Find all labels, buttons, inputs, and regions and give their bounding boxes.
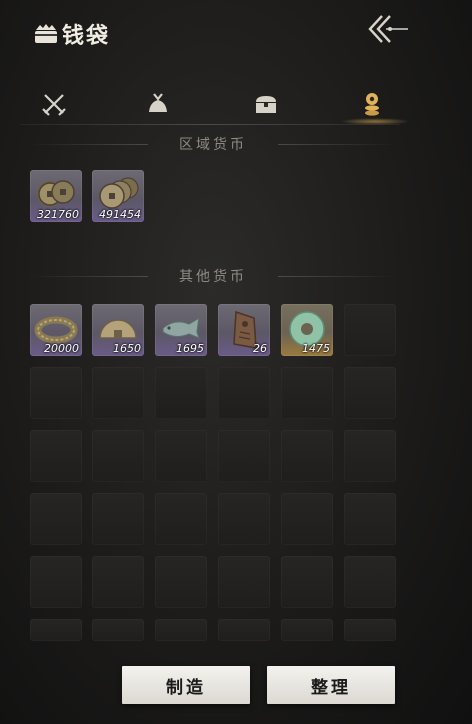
item-quantity: 321760 (37, 208, 79, 221)
empty-slot[interactable] (344, 304, 396, 356)
empty-slot[interactable] (155, 430, 207, 482)
divider (278, 144, 398, 145)
empty-slot[interactable] (30, 493, 82, 545)
empty-slot[interactable] (30, 619, 82, 641)
empty-slot[interactable] (281, 430, 333, 482)
divider (278, 276, 398, 277)
double-chevron-back-icon[interactable] (360, 10, 414, 48)
empty-slot[interactable] (155, 619, 207, 641)
empty-slot[interactable] (344, 430, 396, 482)
coin-stack-icon (365, 93, 379, 116)
currency-slot[interactable]: 1650 (92, 304, 144, 356)
crossed-swords-icon (42, 94, 66, 116)
empty-slot[interactable] (218, 367, 270, 419)
header: 钱袋 (0, 0, 472, 66)
empty-slot[interactable] (30, 430, 82, 482)
tab-bundles[interactable] (136, 84, 180, 124)
empty-slot[interactable] (218, 493, 270, 545)
empty-slot[interactable] (281, 619, 333, 641)
currency-slot[interactable]: 321760 (30, 170, 82, 222)
item-quantity: 1475 (302, 342, 330, 355)
wallet-panel: 钱袋 区域货币 321760 491454 其他货币 20000 1650 16… (0, 0, 472, 724)
currency-slot[interactable]: 1475 (281, 304, 333, 356)
empty-slot[interactable] (92, 556, 144, 608)
empty-slot[interactable] (344, 493, 396, 545)
empty-slot[interactable] (30, 367, 82, 419)
empty-slot[interactable] (218, 619, 270, 641)
empty-slot[interactable] (344, 619, 396, 641)
empty-slot[interactable] (281, 556, 333, 608)
empty-slot[interactable] (281, 493, 333, 545)
item-quantity: 1650 (113, 342, 141, 355)
item-quantity: 26 (253, 342, 267, 355)
empty-slot[interactable] (92, 619, 144, 641)
empty-slot[interactable] (218, 430, 270, 482)
currency-slot[interactable]: 26 (218, 304, 270, 356)
empty-slot[interactable] (155, 367, 207, 419)
empty-slot[interactable] (155, 493, 207, 545)
craft-button[interactable]: 制造 (122, 666, 250, 704)
active-tab-indicator (340, 118, 410, 125)
item-quantity: 1695 (176, 342, 204, 355)
empty-slot[interactable] (344, 367, 396, 419)
empty-slot[interactable] (30, 556, 82, 608)
currency-slot[interactable]: 491454 (92, 170, 144, 222)
bundle-icon (149, 93, 167, 112)
empty-slot[interactable] (218, 556, 270, 608)
empty-slot[interactable] (92, 430, 144, 482)
category-tabs (20, 84, 410, 125)
item-quantity: 491454 (99, 208, 141, 221)
tab-weapons[interactable] (32, 84, 76, 124)
page-title: 钱袋 (62, 24, 111, 49)
currency-slot[interactable]: 1695 (155, 304, 207, 356)
empty-slot[interactable] (155, 556, 207, 608)
currency-slot[interactable]: 20000 (30, 304, 82, 356)
pouch-icon (35, 24, 57, 43)
empty-slot[interactable] (344, 556, 396, 608)
regional-currency-header: 区域货币 (28, 134, 398, 154)
tab-chest[interactable] (244, 84, 288, 124)
other-currency-header: 其他货币 (28, 266, 398, 286)
empty-slot[interactable] (92, 367, 144, 419)
sort-button[interactable]: 整理 (267, 666, 395, 704)
empty-slot[interactable] (92, 493, 144, 545)
empty-slot[interactable] (281, 367, 333, 419)
chest-icon (256, 96, 276, 113)
item-quantity: 20000 (44, 342, 79, 355)
